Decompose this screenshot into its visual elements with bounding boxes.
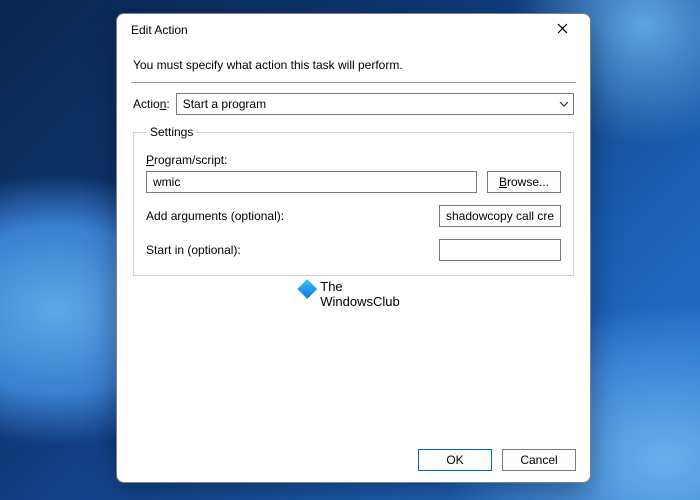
titlebar: Edit Action (117, 14, 590, 46)
settings-legend: Settings (146, 125, 197, 139)
program-label: Program/script: (146, 153, 561, 167)
close-icon (557, 23, 568, 37)
settings-group: Settings Program/script: Browse... Add a… (133, 125, 574, 276)
action-label: Action: (133, 97, 170, 111)
cancel-button[interactable]: Cancel (502, 449, 576, 471)
action-row: Action: Start a program (131, 83, 576, 119)
action-select[interactable]: Start a program (176, 93, 574, 115)
browse-button[interactable]: Browse... (487, 171, 561, 193)
start-in-input[interactable] (439, 239, 561, 261)
dialog-footer: OK Cancel (117, 438, 590, 482)
dialog-description: You must specify what action this task w… (131, 50, 576, 82)
start-in-label: Start in (optional): (146, 243, 429, 257)
dialog-content: You must specify what action this task w… (117, 46, 590, 438)
start-in-row: Start in (optional): (146, 239, 561, 261)
arguments-input[interactable] (439, 205, 561, 227)
close-button[interactable] (540, 15, 584, 45)
edit-action-dialog: Edit Action You must specify what action… (116, 13, 591, 483)
arguments-label: Add arguments (optional): (146, 209, 429, 223)
arguments-row: Add arguments (optional): (146, 205, 561, 227)
ok-button[interactable]: OK (418, 449, 492, 471)
dialog-title: Edit Action (131, 23, 188, 37)
program-input[interactable] (146, 171, 477, 193)
action-select-value: Start a program (183, 97, 266, 111)
chevron-down-icon (559, 99, 569, 109)
program-row: Browse... (146, 171, 561, 193)
